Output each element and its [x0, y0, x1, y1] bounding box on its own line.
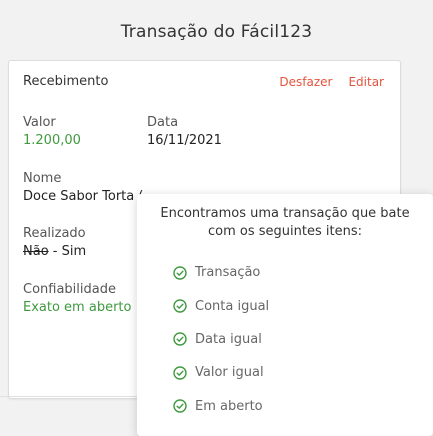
check-circle-icon — [173, 265, 187, 280]
field-confiabilidade: Confiabilidade Exato em aberto — [23, 282, 131, 315]
list-item-label: Data igual — [195, 331, 262, 347]
field-nome: Nome Doce Sabor Torta ( — [23, 171, 143, 204]
list-item: Conta igual — [173, 289, 269, 322]
field-label: Realizado — [23, 226, 86, 241]
match-criteria-list: Transação Conta igual Data igual Valor i… — [173, 256, 269, 423]
card-actions: Desfazer Editar — [279, 75, 384, 89]
edit-button[interactable]: Editar — [348, 75, 384, 89]
field-value: Exato em aberto — [23, 300, 132, 315]
field-label: Nome — [23, 171, 62, 186]
field-value: Doce Sabor Torta ( — [23, 189, 144, 204]
list-item-label: Em aberto — [195, 398, 263, 414]
list-item: Em aberto — [173, 390, 269, 423]
field-value: 1.200,00 — [23, 133, 81, 148]
check-circle-icon — [173, 299, 187, 313]
undo-button[interactable]: Desfazer — [279, 75, 332, 89]
match-popover: Encontramos uma transação que bate com o… — [137, 194, 433, 436]
list-item: Data igual — [173, 323, 269, 356]
card-header: Recebimento — [23, 74, 109, 89]
struck-value: Não — [23, 244, 49, 259]
page-title: Transação do Fácil123 — [120, 22, 313, 42]
field-realizado: Realizado Não - Sim — [23, 226, 86, 259]
field-label: Valor — [23, 115, 56, 130]
field-valor: Valor 1.200,00 — [23, 115, 81, 148]
field-data: Data 16/11/2021 — [147, 115, 222, 148]
current-value: - Sim — [48, 244, 87, 259]
list-item-label: Transação — [195, 265, 261, 281]
check-circle-icon — [173, 332, 187, 347]
field-value: 16/11/2021 — [147, 133, 222, 148]
popover-title: Encontramos uma transação que bate com o… — [160, 206, 410, 239]
field-label: Confiabilidade — [23, 282, 116, 297]
check-circle-icon — [173, 399, 187, 413]
list-item: Valor igual — [173, 356, 269, 389]
field-value: Não - Sim — [23, 244, 86, 259]
list-item: Transação — [173, 256, 269, 289]
field-label: Data — [147, 115, 179, 130]
check-circle-icon — [173, 366, 187, 380]
list-item-label: Conta igual — [195, 298, 270, 314]
list-item-label: Valor igual — [195, 365, 264, 381]
